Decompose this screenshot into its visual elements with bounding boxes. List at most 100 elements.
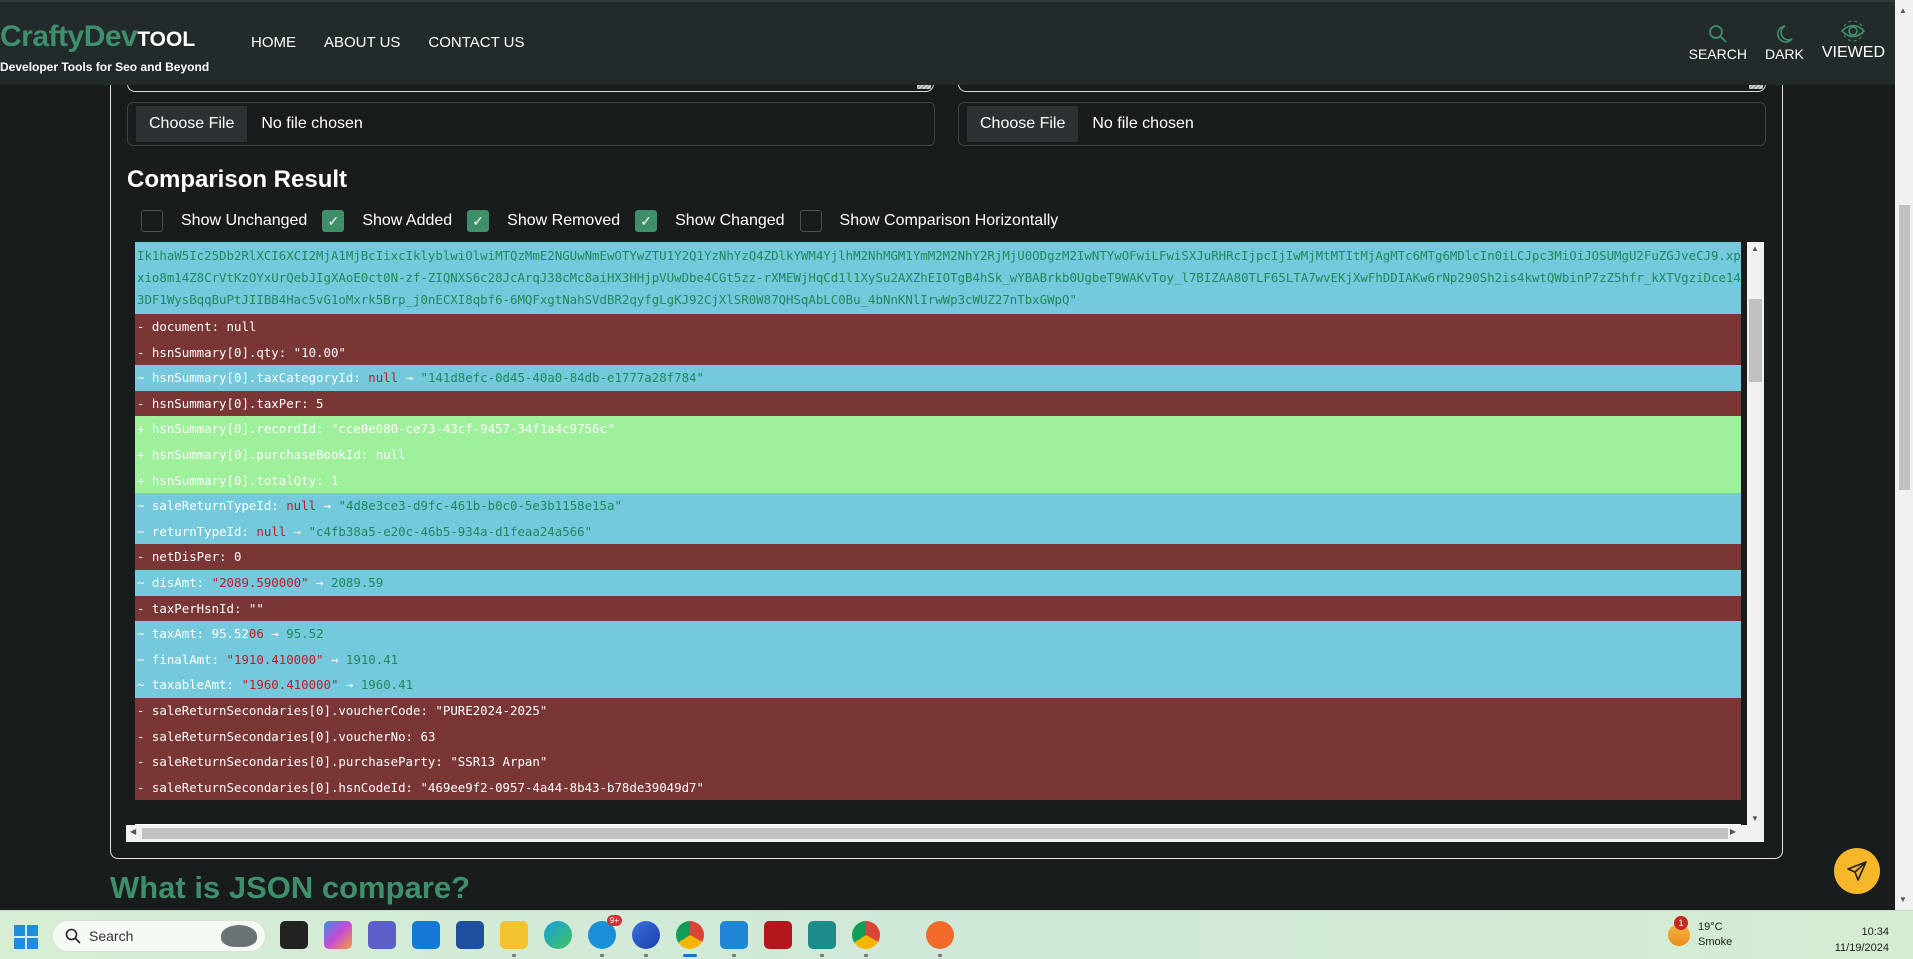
diff-prefix: + bbox=[137, 446, 152, 462]
taskbar-clock[interactable]: 10:34 11/19/2024 bbox=[1835, 924, 1889, 956]
nav-home[interactable]: HOME bbox=[251, 34, 296, 51]
clock-app-icon[interactable] bbox=[808, 921, 836, 957]
option-label: Show Changed bbox=[675, 212, 785, 229]
chrome-icon[interactable] bbox=[676, 921, 704, 957]
option-show-added[interactable]: ✓ Show Added bbox=[322, 210, 452, 232]
diff-prefix: - bbox=[137, 549, 152, 565]
search-label: SEARCH bbox=[1688, 46, 1747, 62]
teams-icon[interactable] bbox=[368, 921, 396, 949]
left-file-input[interactable]: Choose File No file chosen bbox=[127, 102, 935, 146]
diff-line-removed: - saleReturnSecondaries[0].hsnCodeId: "4… bbox=[135, 774, 1741, 801]
weather-icon: 1 bbox=[1668, 916, 1690, 946]
copilot-icon[interactable] bbox=[324, 921, 352, 949]
diff-value: "469ee9f2-0957-4a44-8b43-b78de39049d7" bbox=[420, 779, 704, 795]
start-button[interactable] bbox=[14, 925, 38, 949]
diff-key: finalAmt: bbox=[151, 651, 227, 667]
site-logo[interactable]: CraftyDevTOOL bbox=[0, 20, 195, 54]
option-show-unchanged[interactable]: Show Unchanged bbox=[141, 210, 307, 232]
diff-key: saleReturnSecondaries[0].voucherNo: bbox=[151, 728, 421, 744]
scroll-down-icon[interactable]: ▼ bbox=[1899, 895, 1907, 904]
diff-line-removed: - saleReturnSecondaries[0].voucherCode: … bbox=[135, 697, 1741, 724]
diff-prefix: ~ bbox=[137, 574, 152, 590]
search-icon bbox=[65, 928, 81, 944]
running-indicator bbox=[512, 954, 516, 957]
send-feedback-button[interactable] bbox=[1834, 848, 1880, 894]
diff-value: "10.00" bbox=[293, 344, 346, 360]
scroll-left-icon[interactable]: ◀ bbox=[130, 827, 136, 836]
diff-old-value: null bbox=[256, 523, 287, 539]
weather-widget[interactable]: 1 19°C Smoke bbox=[1668, 916, 1732, 950]
right-choose-file-button[interactable]: Choose File bbox=[967, 106, 1079, 142]
scroll-up-icon[interactable]: ▲ bbox=[1751, 244, 1759, 253]
diff-value: 5 bbox=[316, 395, 324, 411]
diff-new-value: 95.52 bbox=[286, 626, 324, 642]
diff-prefix: - bbox=[137, 702, 152, 718]
checkbox[interactable]: ✓ bbox=[322, 210, 345, 232]
diff-options: Show Unchanged ✓ Show Added ✓ Show Removed ✓ S… bbox=[141, 210, 1073, 232]
page-scrollbar[interactable]: ▲ ▼ bbox=[1895, 0, 1913, 910]
diff-line-added: + hsnSummary[0].purchaseBookId: null bbox=[135, 441, 1741, 468]
viewed-button[interactable]: VIEWED bbox=[1822, 20, 1885, 62]
diff-key: document: bbox=[151, 319, 227, 334]
diff-line-removed: - document: null bbox=[135, 314, 1741, 340]
scroll-right-icon[interactable]: ▶ bbox=[1730, 827, 1736, 836]
diff-vscroll-thumb[interactable] bbox=[1749, 299, 1762, 382]
task-view-icon[interactable] bbox=[280, 921, 308, 949]
diff-key: hsnSummary[0].purchaseBookId: bbox=[151, 446, 376, 462]
skype-icon[interactable]: 9+ bbox=[588, 915, 622, 957]
option-show-changed[interactable]: ✓ Show Changed bbox=[635, 210, 785, 232]
moon-icon bbox=[1777, 25, 1794, 43]
right-file-input[interactable]: Choose File No file chosen bbox=[958, 102, 1766, 146]
diff-line-token: Ik1haW5Ic25Db2RlXCI6XCI2MjA1MjBcIixcIkly… bbox=[135, 242, 1741, 314]
diff-line-removed: - hsnSummary[0].taxPer: 5 bbox=[135, 390, 1741, 417]
diff-prefix: + bbox=[137, 472, 152, 488]
dark-mode-button[interactable]: DARK bbox=[1765, 24, 1804, 62]
store-icon[interactable] bbox=[456, 921, 484, 949]
diff-value: 63 bbox=[420, 728, 436, 744]
eye-icon bbox=[1841, 20, 1866, 42]
scroll-up-icon[interactable]: ▲ bbox=[1899, 6, 1907, 15]
chrome-profile-icon[interactable] bbox=[852, 921, 880, 957]
edge-icon[interactable] bbox=[544, 921, 572, 949]
option-show-comparison-horizontally[interactable]: Show Comparison Horizontally bbox=[799, 210, 1058, 232]
nav-contact[interactable]: CONTACT US bbox=[428, 34, 524, 51]
diff-line-changed: ~ taxAmt: 95.5206 → 95.52 bbox=[135, 621, 1741, 647]
scroll-down-icon[interactable]: ▼ bbox=[1751, 814, 1759, 823]
left-file-status: No file chosen bbox=[261, 115, 363, 132]
running-indicator bbox=[644, 954, 648, 957]
diff-horizontal-scrollbar[interactable]: ◀ ▶ bbox=[126, 825, 1764, 842]
diff-value: null bbox=[226, 319, 257, 334]
paint-app-icon[interactable] bbox=[926, 921, 954, 957]
checkbox[interactable]: ✓ bbox=[635, 210, 658, 232]
windows-logo-icon bbox=[27, 925, 38, 936]
diff-new-value: "141d8efc-0d45-40a0-84db-e1777a28f784" bbox=[420, 370, 704, 386]
diff-old-value: 06 bbox=[248, 626, 264, 642]
clock-time: 10:34 bbox=[1861, 926, 1889, 938]
running-indicator bbox=[600, 954, 604, 957]
file-explorer-icon[interactable] bbox=[500, 921, 528, 957]
firefox-icon[interactable] bbox=[632, 921, 660, 957]
diff-hscroll-thumb[interactable] bbox=[142, 828, 1728, 839]
diff-line-removed: - hsnSummary[0].qty: "10.00" bbox=[135, 339, 1741, 366]
diff-prefix: - bbox=[137, 319, 152, 334]
checkbox[interactable] bbox=[141, 210, 163, 232]
diff-old-value: "1910.410000" bbox=[226, 651, 324, 667]
checkbox[interactable]: ✓ bbox=[467, 210, 490, 232]
mail-icon[interactable] bbox=[412, 921, 440, 949]
search-button[interactable]: SEARCH bbox=[1689, 24, 1747, 62]
checkbox[interactable] bbox=[799, 210, 822, 232]
nav-about[interactable]: ABOUT US bbox=[324, 34, 400, 51]
option-show-removed[interactable]: ✓ Show Removed bbox=[467, 210, 620, 232]
diff-vertical-scrollbar[interactable]: ▲ ▼ bbox=[1747, 242, 1764, 825]
page-scroll-thumb[interactable] bbox=[1899, 205, 1910, 490]
left-choose-file-button[interactable]: Choose File bbox=[136, 106, 248, 142]
diff-value: "cce0e080-ce73-43cf-9457-34f1a4c9756c" bbox=[330, 421, 615, 437]
taskbar-search[interactable]: Search bbox=[52, 920, 266, 952]
vscode-icon[interactable] bbox=[720, 921, 748, 957]
logo-text-tool: TOOL bbox=[137, 28, 196, 51]
filezilla-icon[interactable] bbox=[764, 921, 792, 949]
diff-key: hsnSummary[0].recordId: bbox=[151, 421, 331, 437]
diff-line-removed: - taxPerHsnId: "" bbox=[135, 595, 1741, 622]
search-icon bbox=[1708, 25, 1727, 43]
manatee-icon bbox=[221, 925, 257, 947]
